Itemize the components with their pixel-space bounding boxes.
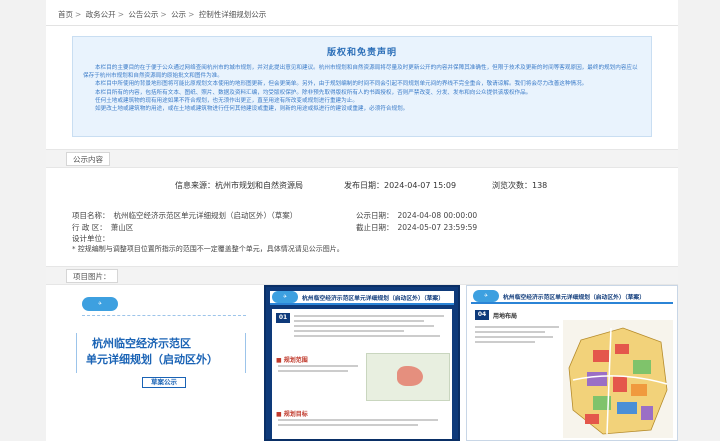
- text-placeholder: [475, 341, 535, 343]
- content-section-header: 公示内容: [46, 149, 678, 168]
- design-unit-row: 设计单位：: [72, 233, 110, 244]
- start-date-label: 公示日期：: [356, 211, 394, 220]
- breadcrumb-publicity[interactable]: 公示: [171, 10, 186, 19]
- start-date-value: 2024-04-08 00:00:00: [397, 211, 478, 220]
- section-number: 04: [475, 310, 489, 320]
- logo-icon: ✈: [473, 290, 499, 302]
- text-placeholder: [475, 336, 553, 338]
- cover-divider: [82, 315, 246, 316]
- text-placeholder: [294, 315, 444, 317]
- breadcrumb-announcements[interactable]: 公告公示: [128, 10, 158, 19]
- text-placeholder: [475, 331, 545, 333]
- end-date-value: 2024-05-07 23:59:59: [397, 223, 478, 232]
- text-placeholder: [278, 419, 438, 421]
- text-placeholder: [294, 335, 440, 337]
- panel-subheading: 用地布局: [493, 313, 518, 320]
- district-value: 萧山区: [110, 223, 134, 232]
- disclaimer-paragraph: 任何土地或建筑物的现有用途如果不符合规划，也无须作出更正，直至用途有所改变或规划…: [95, 97, 358, 104]
- panel-title: 杭州临空经济示范区单元详细规划（启动区外）（草案）: [503, 295, 646, 301]
- panel-image-scope[interactable]: ✈ 杭州临空经济示范区单元详细规划（启动区外）（草案） 01 ■ 规划范围 ■ …: [264, 285, 460, 441]
- panel-title: 杭州临空经济示范区单元详细规划（启动区外）（草案）: [302, 296, 445, 302]
- panel-header: ✈ 杭州临空经济示范区单元详细规划（启动区外）（草案）: [270, 291, 454, 305]
- divider: [46, 25, 678, 26]
- section-number: 01: [276, 313, 290, 323]
- panel-subheading: ■ 规划目标: [276, 411, 308, 418]
- info-source: 信息来源：杭州市规划和自然资源局: [175, 181, 303, 190]
- disclaimer-title: 版权和免责声明: [326, 48, 397, 58]
- plan-area-shape: [397, 366, 423, 386]
- logo-icon: ✈: [272, 291, 298, 303]
- cover-title-line2: 单元详细规划（启动区外）: [86, 353, 218, 366]
- text-placeholder: [278, 365, 358, 367]
- logo-icon: ✈: [82, 297, 118, 311]
- text-placeholder: [294, 330, 404, 332]
- land-use-map: [563, 320, 673, 438]
- disclaimer-paragraph: 本栏目中所使用的背景地形图将可能比原规划文本使用的地形图更新，但会更简单。另外，…: [95, 81, 588, 88]
- cover-title-line1: 杭州临空经济示范区: [92, 337, 191, 350]
- project-name-label: 项目名称：: [72, 211, 110, 220]
- breadcrumb-gov-open[interactable]: 政务公开: [86, 10, 116, 19]
- disclaimer-paragraph: 如更改土地或建筑物的用途，或在土地或建筑物进行任何其他建设或重建，则新的用途或拟…: [95, 106, 409, 113]
- breadcrumb-home[interactable]: 首页: [58, 10, 73, 19]
- disclaimer-paragraph: 本栏目的主要目的在于便于公众通过网络查阅杭州市的城市规划，并对此提出意见和建议。…: [83, 65, 638, 80]
- page-container: 首页 > 政务公开 > 公告公示 > 公示 > 控制性详细规划公示 版权和免责声明 本栏…: [46, 0, 678, 441]
- text-placeholder: [278, 424, 418, 426]
- panel-header: ✈ 杭州临空经济示范区单元详细规划（启动区外）（草案）: [471, 290, 673, 304]
- project-name-row: 项目名称： 杭州临空经济示范区单元详细规划（启动区外）（草案）: [72, 210, 297, 221]
- cover-badge: 草案公示: [142, 377, 186, 388]
- text-placeholder: [294, 320, 424, 322]
- project-name-value: 杭州临空经济示范区单元详细规划（启动区外）（草案）: [113, 211, 298, 220]
- location-map: [366, 353, 450, 401]
- start-date-row: 公示日期： 2024-04-08 00:00:00: [356, 210, 477, 221]
- panel-subheading: ■ 规划范围: [276, 357, 308, 364]
- disclaimer-box: 版权和免责声明 本栏目的主要目的在于便于公众通过网络查阅杭州市的城市规划，并对此…: [72, 36, 652, 137]
- project-images: ✈ 杭州临空经济示范区 单元详细规划（启动区外） 草案公示 ✈ 杭州临空经济示范…: [46, 285, 678, 441]
- district-label: 行 政 区：: [72, 223, 107, 232]
- breadcrumb: 首页 > 政务公开 > 公告公示 > 公示 > 控制性详细规划公示: [58, 10, 267, 19]
- text-placeholder: [278, 370, 348, 372]
- design-unit-label: 设计单位：: [72, 234, 110, 243]
- cover-image[interactable]: ✈ 杭州临空经济示范区 单元详细规划（启动区外） 草案公示: [46, 285, 258, 441]
- panel-body: 01 ■ 规划范围 ■ 规划目标: [272, 309, 452, 439]
- images-section-header: 项目图片：: [46, 266, 678, 285]
- publish-date: 发布日期：2024-04-07 15:09: [344, 181, 457, 190]
- district-row: 行 政 区： 萧山区: [72, 222, 133, 233]
- view-count: 浏览次数：138: [492, 181, 548, 190]
- content-section-tab[interactable]: 公示内容: [66, 152, 110, 166]
- images-section-tab[interactable]: 项目图片：: [66, 269, 118, 283]
- scope-note: * 控规编制与调整项目位置所指示的范围不一定覆盖整个单元，具体情况请见公示图片。: [72, 245, 344, 253]
- end-date-row: 截止日期： 2024-05-07 23:59:59: [356, 222, 477, 233]
- breadcrumb-current[interactable]: 控制性详细规划公示: [199, 10, 267, 19]
- disclaimer-paragraph: 本栏目所有的内容，包括所有文本、图纸、照片、数据及资料汇编，均受版权保护。除非预…: [95, 89, 532, 96]
- end-date-label: 截止日期：: [356, 223, 394, 232]
- text-placeholder: [475, 326, 559, 328]
- panel-image-landuse[interactable]: ✈ 杭州临空经济示范区单元详细规划（启动区外）（草案） 04 用地布局: [466, 285, 678, 441]
- text-placeholder: [294, 325, 434, 327]
